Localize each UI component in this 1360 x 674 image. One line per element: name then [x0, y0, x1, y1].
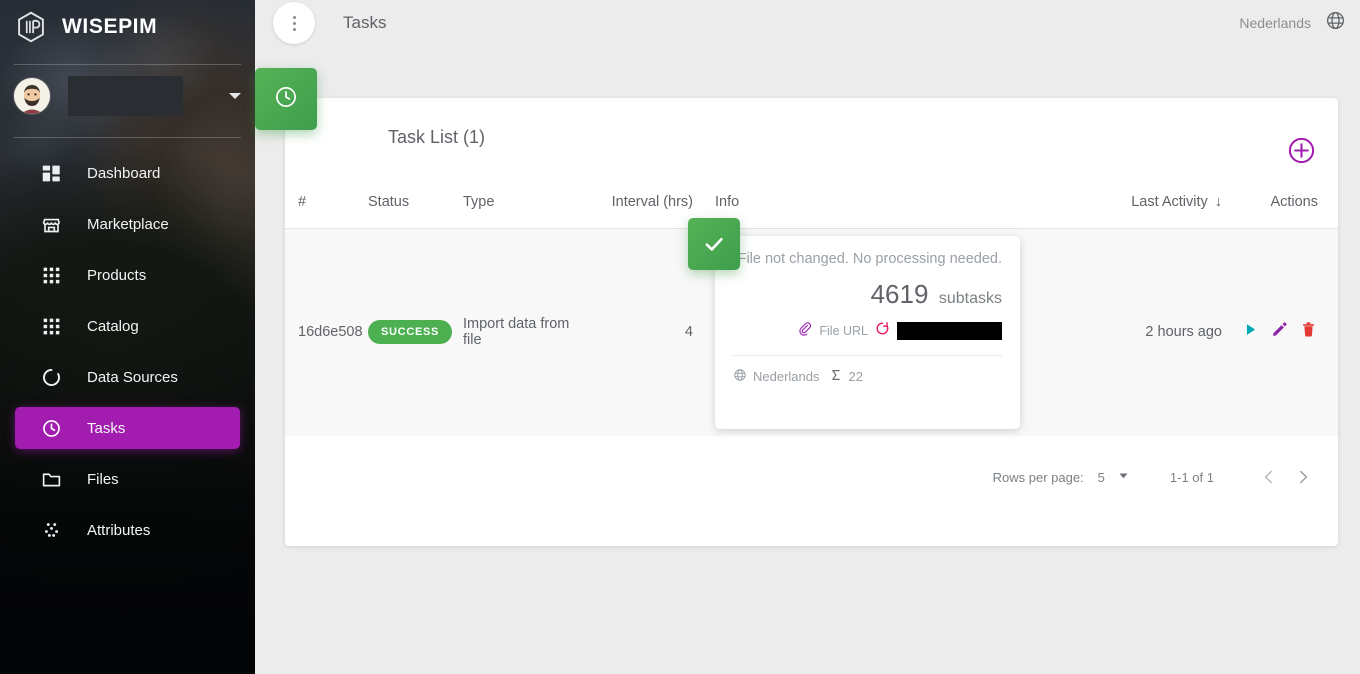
run-icon[interactable]: [1242, 321, 1259, 343]
cell-last-activity: 2 hours ago: [1145, 324, 1222, 341]
dots-scatter-icon: [39, 518, 63, 542]
sidebar-item-label: Marketplace: [87, 215, 169, 233]
chevron-down-icon[interactable]: [229, 93, 241, 99]
sidebar-item-attributes[interactable]: Attributes: [15, 509, 240, 551]
info-popup: File not changed. No processing needed. …: [688, 217, 1020, 429]
sidebar-item-data-sources[interactable]: Data Sources: [15, 356, 240, 398]
page-title: Tasks: [343, 13, 387, 32]
rows-per-page-value: 5: [1097, 469, 1105, 485]
avatar: [14, 78, 50, 114]
clock-icon: [39, 416, 63, 440]
pagination: Rows per page: 5 1-1 of 1: [993, 460, 1320, 494]
sidebar-item-dashboard[interactable]: Dashboard: [15, 152, 240, 194]
paperclip-icon: [797, 321, 812, 341]
cell-task-id: 16d6e508: [298, 324, 363, 341]
clock-icon: [273, 84, 299, 115]
sidebar-item-marketplace[interactable]: Marketplace: [15, 203, 240, 245]
language-label[interactable]: Nederlands: [1239, 15, 1311, 31]
info-subtask-count: 4619 subtasks: [733, 279, 1002, 310]
store-icon: [39, 212, 63, 236]
info-language-label: Nederlands: [753, 368, 820, 384]
delete-icon[interactable]: [1300, 321, 1317, 343]
globe-icon: [733, 368, 747, 385]
brand[interactable]: WISEPIM: [0, 0, 255, 54]
column-header-status[interactable]: Status: [368, 184, 463, 229]
kebab-menu-icon[interactable]: [273, 2, 315, 44]
kebab-dot: [292, 15, 296, 19]
status-badge: SUCCESS: [368, 320, 453, 345]
topbar: Tasks Nederlands: [255, 0, 1360, 46]
dashboard-icon: [39, 161, 63, 185]
sidebar-item-label: Data Sources: [87, 368, 178, 386]
sidebar-item-files[interactable]: Files: [15, 458, 240, 500]
chevron-down-icon: [1117, 469, 1130, 485]
sidebar-item-label: Tasks: [87, 419, 126, 437]
sidebar-item-catalog[interactable]: Catalog: [15, 305, 240, 347]
sidebar-item-tasks[interactable]: Tasks: [15, 407, 240, 449]
column-header-last-activity-label: Last Activity: [1131, 194, 1208, 210]
grid-icon: [39, 263, 63, 287]
user-name-redacted: [68, 76, 183, 116]
brand-name: WISEPIM: [62, 15, 158, 38]
tasks-table: # Status Type Interval (hrs) Info Last A…: [285, 184, 1338, 436]
column-header-id[interactable]: #: [285, 184, 368, 229]
kebab-dot: [292, 21, 296, 25]
grid-icon: [39, 314, 63, 338]
sidebar-divider-bottom: [14, 137, 241, 138]
info-file-url-row[interactable]: File URL: [733, 321, 1002, 341]
cell-info: File not changed. No processing needed. …: [688, 217, 1057, 436]
subtask-count-value: 4619: [870, 278, 929, 309]
success-check-badge: [688, 217, 740, 270]
table-row[interactable]: 16d6e508 SUCCESS Import data from file 4: [285, 217, 1338, 436]
info-footer: Nederlands 22: [733, 368, 1002, 385]
refresh-icon[interactable]: [875, 321, 890, 341]
sigma-icon: [829, 368, 843, 385]
subtask-count-unit: subtasks: [938, 289, 1002, 307]
column-header-type[interactable]: Type: [463, 184, 580, 229]
sidebar-item-label: Attributes: [87, 521, 151, 539]
previous-page-button[interactable]: [1252, 460, 1286, 494]
rows-per-page-label: Rows per page:: [992, 469, 1084, 485]
sidebar-item-label: Files: [87, 470, 119, 488]
sort-descending-icon: ↓: [1214, 194, 1222, 210]
rows-per-page-select[interactable]: 5: [1098, 469, 1130, 485]
info-language: Nederlands: [733, 368, 820, 385]
card-title: Task List (1): [388, 127, 486, 147]
sidebar: WISEPIM Dashboard Marketplace Products C…: [0, 0, 255, 674]
task-list-badge: [255, 68, 317, 130]
info-sum: 22: [829, 368, 863, 385]
main-content: Tasks Nederlands Task List (1) # Status …: [255, 0, 1360, 674]
tasks-table-body: 16d6e508 SUCCESS Import data from file 4: [285, 217, 1338, 436]
cell-type: Import data from file: [463, 316, 570, 349]
column-header-last-activity[interactable]: Last Activity ↓: [1057, 184, 1242, 229]
loading-ring-icon: [39, 365, 63, 389]
sidebar-nav: Dashboard Marketplace Products Catalog D…: [0, 152, 255, 551]
add-task-button[interactable]: [1287, 136, 1316, 170]
sidebar-item-products[interactable]: Products: [15, 254, 240, 296]
tasks-table-head: # Status Type Interval (hrs) Info Last A…: [285, 184, 1338, 229]
globe-icon[interactable]: [1325, 10, 1346, 36]
folder-icon: [39, 467, 63, 491]
column-header-info[interactable]: Info: [715, 184, 1057, 229]
edit-icon[interactable]: [1271, 321, 1288, 343]
task-list-card: Task List (1) # Status Type Interval (hr…: [255, 68, 1338, 546]
user-menu[interactable]: [0, 65, 255, 127]
next-page-button[interactable]: [1286, 460, 1320, 494]
info-message: File not changed. No processing needed.: [737, 250, 1002, 267]
info-divider: [733, 354, 1002, 356]
table-header-row: # Status Type Interval (hrs) Info Last A…: [285, 184, 1338, 229]
kebab-dot: [292, 27, 296, 31]
file-url-label: File URL: [819, 323, 868, 338]
file-url-value-redacted: [897, 321, 1002, 340]
pagination-range: 1-1 of 1: [1169, 469, 1214, 485]
cell-status: SUCCESS: [368, 229, 463, 436]
column-header-actions: Actions: [1242, 184, 1338, 229]
sidebar-item-label: Products: [87, 266, 147, 284]
sidebar-item-label: Dashboard: [87, 164, 161, 182]
sidebar-item-label: Catalog: [87, 317, 139, 335]
info-sum-value: 22: [848, 368, 863, 384]
app-root: WISEPIM Dashboard Marketplace Products C…: [0, 0, 1360, 674]
cell-actions: [1242, 229, 1338, 436]
wisepim-logo-icon: [14, 10, 48, 44]
